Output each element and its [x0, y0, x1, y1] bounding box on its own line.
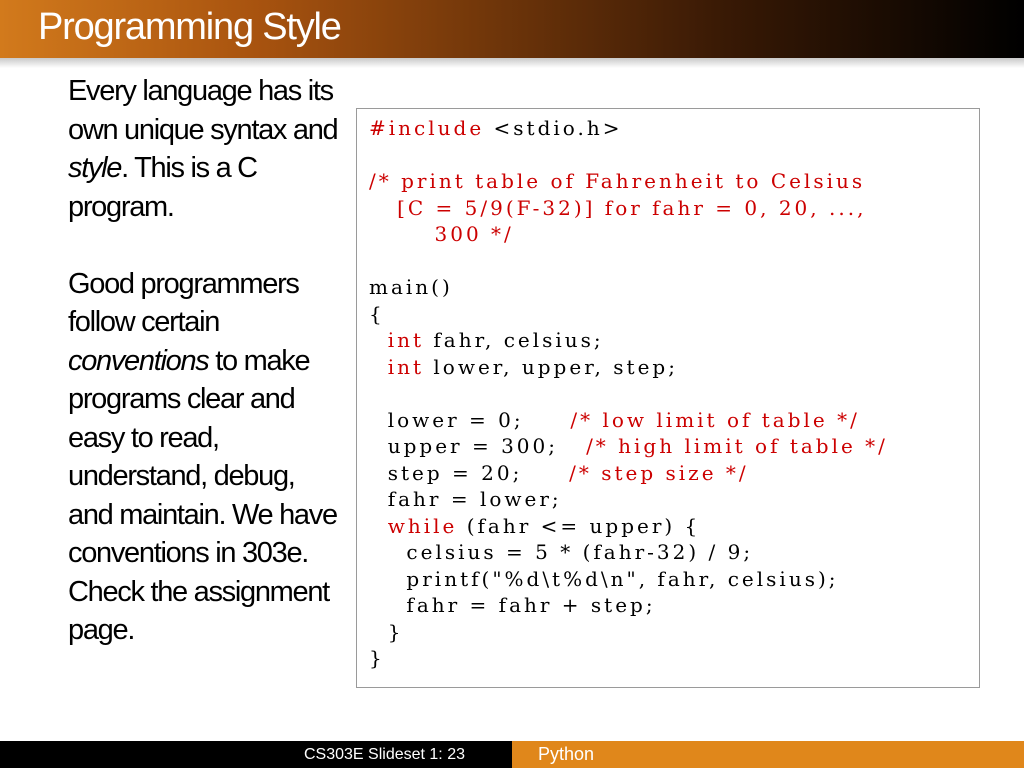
slide-title: Programming Style: [38, 6, 342, 48]
main-signature: main(): [369, 275, 453, 299]
paragraph-conventions: Good programmers follow certain conventi…: [68, 265, 338, 650]
title-bar: Programming Style: [0, 0, 1024, 58]
comment-low-limit: /* low limit of table */: [570, 407, 860, 432]
while-condition: (fahr <= upper) {: [457, 513, 701, 538]
assignment-fahr: fahr = lower;: [369, 487, 562, 511]
close-brace: }: [369, 646, 385, 670]
loop-body-line: fahr = fahr + step;: [369, 593, 656, 617]
assignment-upper: upper = 300;: [369, 434, 587, 458]
c-code-listing: #include <stdio.h> /* print table of Fah…: [369, 115, 888, 672]
emphasis-style: style: [68, 152, 122, 184]
footer-right: Python: [512, 741, 1024, 768]
assignment-lower: lower = 0;: [369, 407, 571, 432]
loop-body-line: celsius = 5 * (fahr-32) / 9;: [369, 540, 754, 564]
paragraph-syntax: Every language has its own unique syntax…: [68, 72, 339, 226]
comment-high-limit: /* high limit of table */: [586, 434, 888, 458]
header-comment: /* print table of Fahrenheit to Celsius …: [369, 169, 867, 246]
title-shadow: [0, 58, 1024, 68]
inner-close-brace: }: [369, 619, 404, 644]
int-keyword: int: [387, 328, 425, 352]
assignment-step: step = 20;: [369, 460, 570, 485]
declaration-line: lower, upper, step;: [424, 354, 678, 379]
code-listing-box: #include <stdio.h> /* print table of Fah…: [356, 108, 980, 688]
include-header: <stdio.h>: [484, 116, 623, 140]
footer-course-name: Python: [538, 744, 595, 764]
text-run: Every language has its own unique syntax…: [68, 75, 339, 146]
include-directive: #include: [369, 116, 485, 140]
open-brace: {: [369, 301, 385, 326]
footer-slide-info: CS303E Slideset 1: 23: [304, 746, 465, 763]
text-run: to make programs clear and easy to read,…: [68, 344, 338, 647]
int-keyword: int: [387, 354, 425, 379]
while-keyword: while: [387, 513, 458, 538]
comment-step-size: /* step size */: [569, 460, 749, 485]
declaration-line: fahr, celsius;: [424, 328, 604, 352]
footer-left: CS303E Slideset 1: 23: [0, 741, 512, 768]
footer-bar: CS303E Slideset 1: 23 Python: [0, 741, 1024, 768]
loop-body-line: printf("%d\t%d\n", fahr, celsius);: [369, 566, 839, 591]
text-run: Good programmers follow certain: [68, 267, 300, 339]
left-text-block: Every language has its own unique syntax…: [68, 72, 339, 650]
emphasis-conventions: conventions: [68, 344, 210, 377]
